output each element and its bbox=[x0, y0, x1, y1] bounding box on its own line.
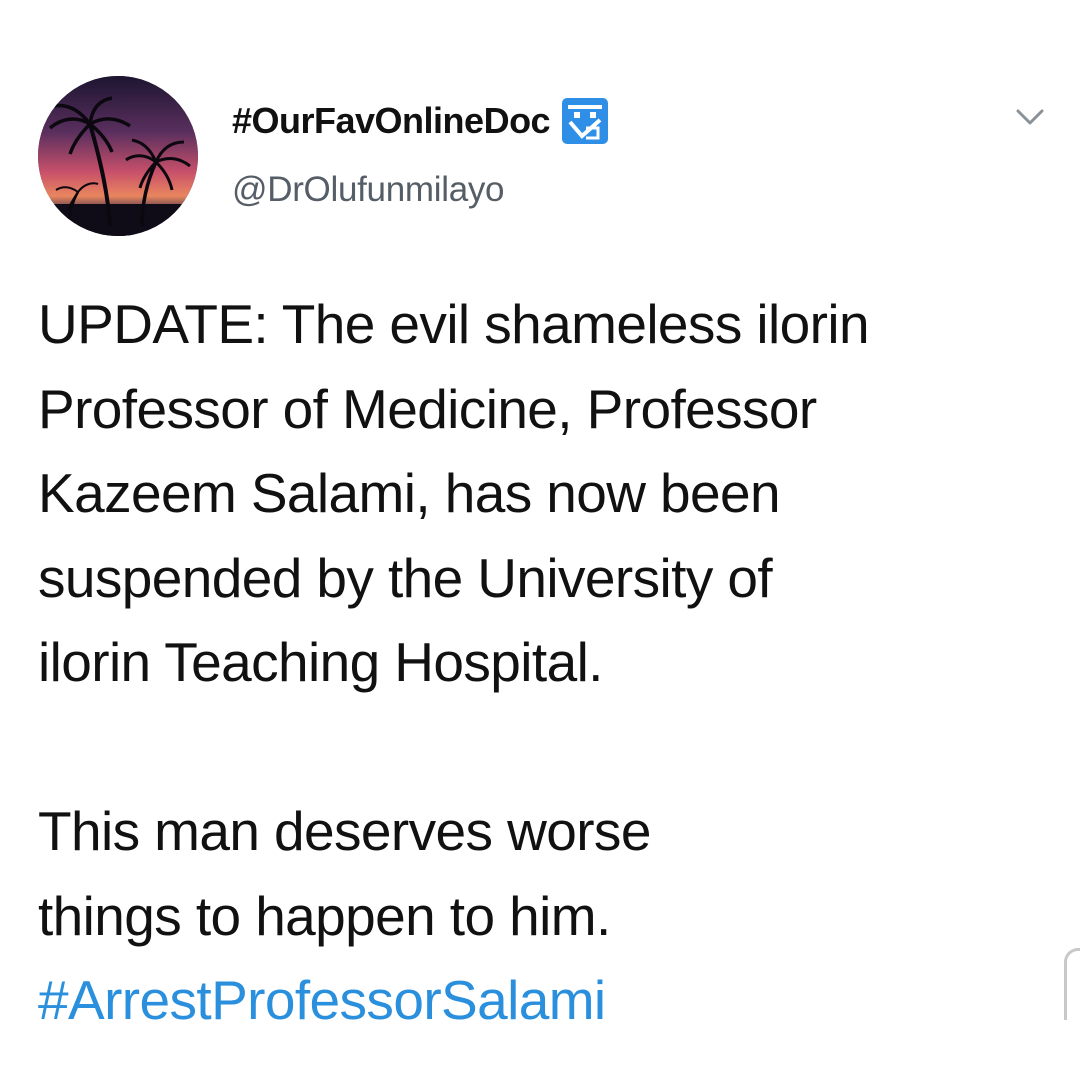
author-name-row: #OurFavOnlineDoc bbox=[232, 96, 610, 146]
palm-tree-sunset-avatar bbox=[38, 76, 198, 236]
tweet-text-line: ilorin Teaching Hospital. bbox=[38, 631, 603, 693]
tweet-body: UPDATE: The evil shameless ilorin Profes… bbox=[38, 282, 1048, 1043]
tweet-text-line: This man deserves worse bbox=[38, 800, 651, 862]
tweet-text-line: suspended by the University of bbox=[38, 546, 773, 609]
tweet-text-line: Kazeem Salami, has now been bbox=[38, 462, 781, 524]
doctor-emoji-badge-icon bbox=[560, 96, 610, 146]
display-name[interactable]: #OurFavOnlineDoc bbox=[232, 100, 551, 142]
page-edge-divider bbox=[1064, 948, 1080, 1020]
tweet-text-line: things to happen to him. bbox=[38, 884, 611, 947]
tweet-card: #OurFavOnlineDoc @DrOlufunmilayo UPDATE:… bbox=[0, 0, 1080, 1080]
profile-avatar[interactable] bbox=[38, 76, 198, 236]
user-handle[interactable]: @DrOlufunmilayo bbox=[232, 170, 505, 210]
tweet-text-line: UPDATE: The evil shameless ilorin bbox=[38, 293, 870, 355]
tweet-text-line: Professor of Medicine, Professor bbox=[38, 377, 817, 440]
chevron-down-icon[interactable] bbox=[1012, 102, 1048, 132]
hashtag-link[interactable]: #ArrestProfessorSalami bbox=[38, 958, 1048, 1043]
